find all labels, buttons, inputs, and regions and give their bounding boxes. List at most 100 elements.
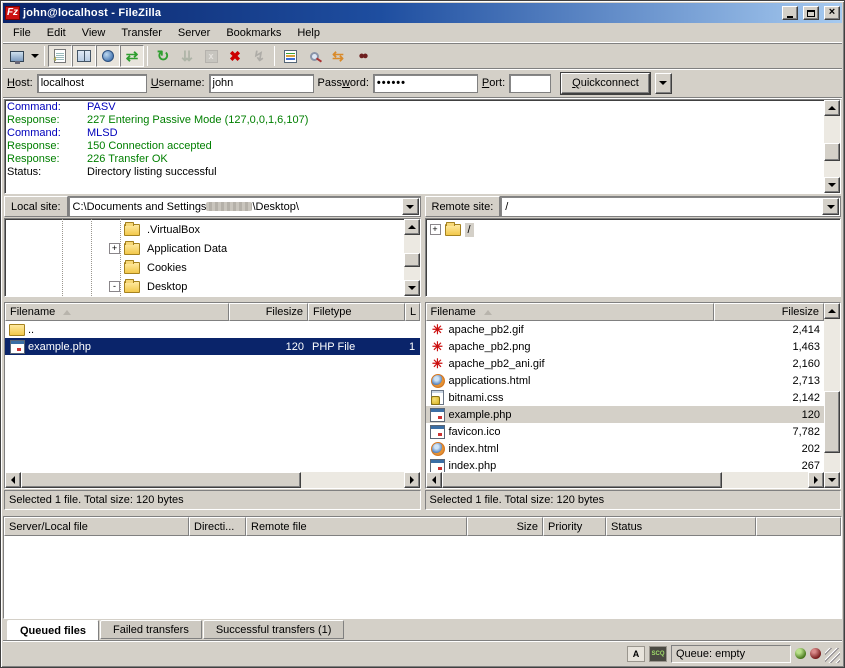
refresh-button[interactable]: ↻	[151, 45, 175, 67]
synchronized-browsing-button[interactable]: ⇆	[326, 45, 350, 67]
minimize-icon	[787, 16, 793, 18]
process-queue-button[interactable]: ⇊	[175, 45, 199, 67]
quickconnect-bar: Host: localhost Username: john Password:…	[3, 69, 842, 98]
column-header-filename[interactable]: Filename	[5, 303, 229, 321]
log-scrollbar[interactable]	[824, 100, 840, 193]
speed-limit-icon[interactable]: SCQ	[649, 646, 667, 662]
menu-transfer[interactable]: Transfer	[113, 25, 170, 41]
site-manager-button[interactable]	[5, 45, 29, 67]
column-header-modified[interactable]: L	[405, 303, 420, 321]
port-input[interactable]	[509, 74, 551, 93]
minimize-button[interactable]	[782, 6, 798, 20]
scroll-thumb[interactable]	[824, 391, 840, 453]
queue-body[interactable]	[4, 536, 841, 618]
toolbar-separator	[44, 46, 45, 66]
file-row[interactable]: index.php 267	[426, 457, 825, 472]
local-site-dropdown[interactable]	[402, 198, 419, 215]
column-header-filetype[interactable]: Filetype	[308, 303, 405, 321]
tab-successful-transfers[interactable]: Successful transfers (1)	[203, 620, 345, 639]
column-header-filesize[interactable]: Filesize	[714, 303, 825, 321]
file-row[interactable]: favicon.ico 7,782	[426, 423, 825, 440]
file-row-example-php[interactable]: example.php 120	[426, 406, 825, 423]
column-header-direction[interactable]: Directi...	[189, 517, 246, 536]
tree-item-cookies[interactable]: Cookies	[5, 258, 404, 277]
menu-file[interactable]: File	[5, 25, 39, 41]
cancel-button[interactable]: x	[199, 45, 223, 67]
column-header-server-local-file[interactable]: Server/Local file	[4, 517, 189, 536]
menu-view[interactable]: View	[74, 25, 114, 41]
menu-edit[interactable]: Edit	[39, 25, 74, 41]
scroll-down-button[interactable]	[824, 177, 840, 193]
expand-icon[interactable]: +	[430, 224, 441, 235]
file-row[interactable]: index.html 202	[426, 440, 825, 457]
host-input[interactable]: localhost	[37, 74, 147, 93]
column-header-status[interactable]: Status	[606, 517, 756, 536]
menu-help[interactable]: Help	[289, 25, 328, 41]
column-header-remote-file[interactable]: Remote file	[246, 517, 467, 536]
file-row[interactable]: bitnami.css 2,142	[426, 389, 825, 406]
scroll-up-button[interactable]	[404, 219, 420, 235]
file-row[interactable]: apache_pb2.png 1,463	[426, 338, 825, 355]
local-tree-scrollbar[interactable]	[404, 219, 420, 296]
find-files-button[interactable]: ●●	[350, 45, 374, 67]
close-button[interactable]: ×	[824, 6, 840, 20]
scroll-down-button[interactable]	[824, 472, 840, 488]
tree-item-root[interactable]: + /	[426, 220, 841, 239]
local-list-header: Filename Filesize Filetype L	[5, 303, 420, 321]
quickconnect-dropdown[interactable]	[655, 73, 672, 94]
compare-directories-button[interactable]	[302, 45, 326, 67]
remote-hscrollbar[interactable]	[426, 472, 825, 488]
disconnect-icon: ✖	[229, 49, 241, 63]
local-site-combo[interactable]: C:\Documents and Settings\Desktop\	[68, 196, 421, 217]
file-row[interactable]: apache_pb2.gif 2,414	[426, 321, 825, 338]
password-input[interactable]: ••••••	[373, 74, 478, 93]
username-input[interactable]: john	[209, 74, 314, 93]
tree-item-application-data[interactable]: + Application Data	[5, 239, 404, 258]
scroll-up-button[interactable]	[824, 100, 840, 116]
toggle-remote-tree-button[interactable]	[96, 45, 120, 67]
column-header-filesize[interactable]: Filesize	[229, 303, 308, 321]
menu-server[interactable]: Server	[170, 25, 218, 41]
remote-site-combo[interactable]: /	[500, 196, 841, 217]
tree-item-desktop[interactable]: - Desktop	[5, 277, 404, 296]
tab-queued-files[interactable]: Queued files	[7, 620, 99, 641]
scroll-right-button[interactable]	[404, 472, 420, 488]
scroll-thumb[interactable]	[442, 472, 722, 488]
tab-failed-transfers[interactable]: Failed transfers	[100, 620, 202, 639]
toggle-message-log-button[interactable]	[48, 45, 72, 67]
reconnect-button[interactable]: ↯	[247, 45, 271, 67]
scroll-left-button[interactable]	[5, 472, 21, 488]
disconnect-button[interactable]: ✖	[223, 45, 247, 67]
redacted-username	[206, 202, 252, 211]
file-row-example-php[interactable]: example.php 120 PHP File 1	[5, 338, 420, 355]
quickconnect-button[interactable]: Quickconnect	[561, 73, 650, 94]
local-hscrollbar[interactable]	[5, 472, 420, 488]
tree-item-virtualbox[interactable]: .VirtualBox	[5, 220, 404, 239]
toggle-queue-button[interactable]: ⇄	[120, 45, 144, 67]
file-row[interactable]: applications.html 2,713	[426, 372, 825, 389]
data-type-icon[interactable]: A	[627, 646, 645, 662]
scroll-left-button[interactable]	[426, 472, 442, 488]
remote-site-path: /	[501, 201, 821, 213]
scroll-up-button[interactable]	[824, 303, 840, 319]
remote-vscrollbar[interactable]	[824, 303, 840, 488]
column-header-size[interactable]: Size	[467, 517, 543, 536]
file-row-updir[interactable]: ..	[5, 321, 420, 338]
scroll-down-button[interactable]	[404, 280, 420, 296]
expand-icon[interactable]: +	[109, 243, 120, 254]
menu-bookmarks[interactable]: Bookmarks	[218, 25, 289, 41]
remote-site-dropdown[interactable]	[822, 198, 839, 215]
scroll-right-button[interactable]	[808, 472, 824, 488]
maximize-button[interactable]	[803, 6, 819, 20]
scroll-thumb[interactable]	[404, 253, 420, 267]
directory-filters-button[interactable]	[278, 45, 302, 67]
column-header-filename[interactable]: Filename	[426, 303, 714, 321]
scroll-thumb[interactable]	[824, 143, 840, 161]
collapse-icon[interactable]: -	[109, 281, 120, 292]
file-row[interactable]: apache_pb2_ani.gif 2,160	[426, 355, 825, 372]
site-manager-dropdown[interactable]	[29, 45, 41, 67]
column-header-priority[interactable]: Priority	[543, 517, 606, 536]
toggle-local-tree-button[interactable]	[72, 45, 96, 67]
scroll-thumb[interactable]	[21, 472, 301, 488]
resize-grip[interactable]	[825, 648, 840, 663]
